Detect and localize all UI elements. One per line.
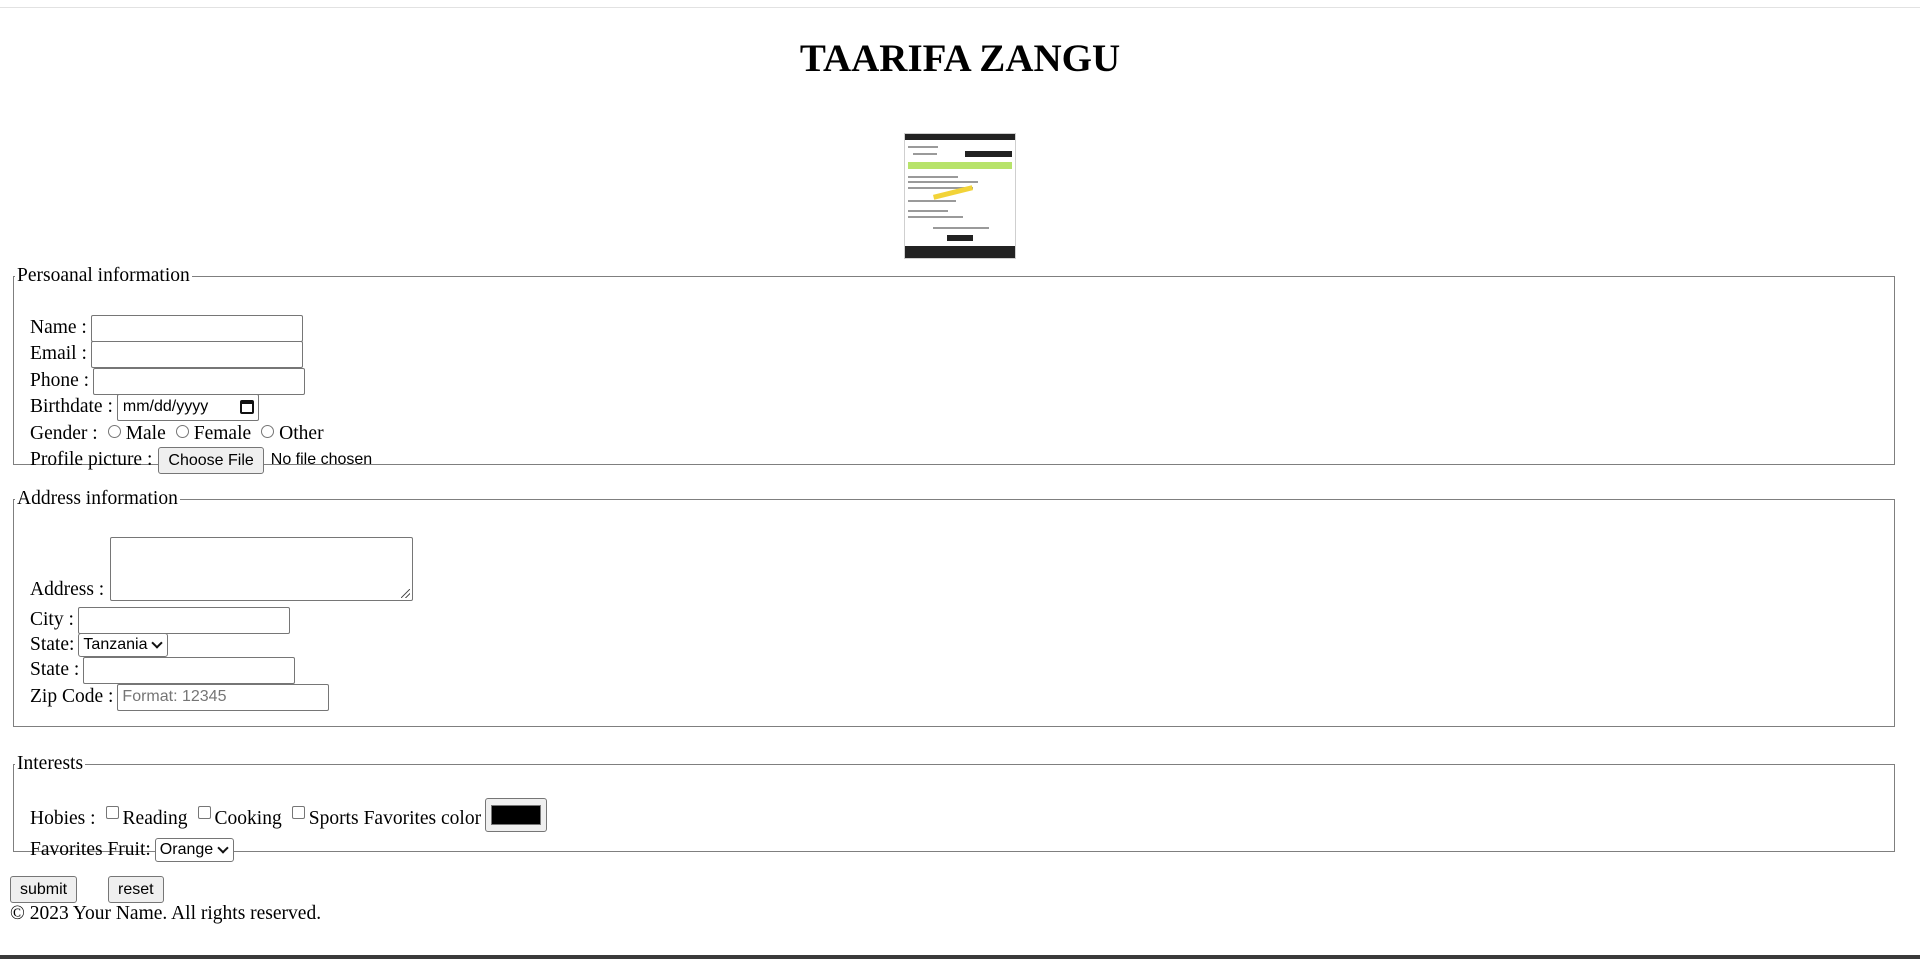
gender-label: Gender : [30,423,98,444]
hobby-reading-label: Reading [122,808,188,829]
thumbnail-line [908,181,978,183]
footer-copyright: © 2023 Your Name. All rights reserved. [10,903,322,924]
personal-information-fieldset: Persoanal information Name : Email : Pho… [13,265,1895,474]
state-text-label: State : [30,659,80,680]
birthdate-label: Birthdate : [30,396,113,417]
hobby-reading-checkbox[interactable] [105,805,119,819]
thumbnail-line [908,176,958,178]
color-swatch [491,805,542,825]
zip-input[interactable] [117,683,330,711]
thumbnail-button [965,151,1012,157]
gender-female-radio[interactable] [175,424,189,438]
favorite-color-label: Favorites color [363,808,482,829]
profile-picture-label: Profile picture : [30,449,153,470]
reset-button[interactable]: reset [108,876,164,903]
thumbnail-button [947,235,973,241]
file-status-text: No file chosen [270,451,373,468]
address-row: Address : [30,537,414,601]
email-input[interactable] [90,340,303,368]
birthdate-row: Birthdate : mm/dd/yyyy [30,393,259,421]
city-label: City : [30,609,74,630]
hobby-sports-label: Sports [308,808,359,829]
gender-male-radio[interactable] [107,424,121,438]
thumbnail-line [908,146,938,148]
gender-row: Gender : Male Female Other [30,421,324,447]
profile-picture-row: Profile picture : Choose File No file ch… [30,446,373,474]
calendar-icon[interactable] [239,400,254,414]
gender-male-label: Male [125,423,166,444]
interests-fieldset: Interests Hobies : Reading Cooking Sport… [13,753,1895,862]
thumbnail-footer [905,246,1015,258]
address-textarea[interactable] [110,537,414,601]
city-input[interactable] [77,606,290,634]
screenshot-thumbnail-image [904,133,1016,259]
chevron-down-icon [151,637,164,649]
gender-female-label: Female [193,423,252,444]
bottom-bar [0,955,1920,959]
name-row: Name : [30,314,303,342]
chevron-down-icon [217,842,229,854]
zip-row: Zip Code : [30,683,330,711]
state-text-input[interactable] [83,656,296,684]
hobby-cooking-label: Cooking [214,808,282,829]
thumbnail-line [908,210,948,212]
choose-file-button[interactable]: Choose File [158,446,264,474]
hobby-cooking-checkbox[interactable] [197,805,211,819]
hobbies-label: Hobies : [30,808,96,829]
birthdate-input[interactable]: mm/dd/yyyy [116,393,259,421]
thumbnail-banner [908,162,1012,169]
address-information-fieldset: Address information Address : City : Sta… [13,488,1895,727]
phone-label: Phone : [30,370,90,391]
submit-button[interactable]: submit [10,876,78,903]
favorite-color-picker[interactable] [485,798,548,832]
gender-other-radio[interactable] [261,424,275,438]
gender-other-label: Other [279,423,324,444]
thumbnail-line [908,216,963,218]
hobby-sports-checkbox[interactable] [291,805,305,819]
interests-legend: Interests [17,753,84,774]
state-text-row: State : [30,656,296,684]
zip-label: Zip Code : [30,686,114,707]
email-label: Email : [30,343,87,364]
address-label: Address : [30,579,105,600]
personal-information-legend: Persoanal information [17,265,190,286]
address-information-legend: Address information [17,488,178,509]
thumbnail-line [908,200,956,202]
favorite-fruit-select[interactable]: Orange [154,838,235,862]
email-row: Email : [30,340,303,368]
top-divider [0,7,1920,8]
state-selected-value: Tanzania [83,636,148,653]
hobbies-row: Hobies : Reading Cooking Sports Favorite… [30,797,548,833]
resize-grip-icon[interactable] [401,589,411,598]
birthdate-placeholder: mm/dd/yyyy [122,398,209,415]
page-title: TAARIFA ZANGU [799,37,1121,80]
phone-row: Phone : [30,367,306,395]
state-select[interactable]: Tanzania [78,633,169,657]
favorite-fruit-label: Favorites Fruit: [30,839,151,860]
favorite-fruit-row: Favorites Fruit: Orange [30,837,235,863]
name-input[interactable] [90,314,303,342]
city-row: City : [30,606,290,634]
fruit-selected-value: Orange [159,841,214,858]
state-select-row: State: Tanzania [30,632,169,658]
state-select-label: State: [30,634,75,655]
name-label: Name : [30,317,87,338]
thumbnail-topbar [905,134,1015,140]
phone-input[interactable] [93,367,306,395]
thumbnail-line [933,227,989,229]
thumbnail-line [913,153,937,155]
